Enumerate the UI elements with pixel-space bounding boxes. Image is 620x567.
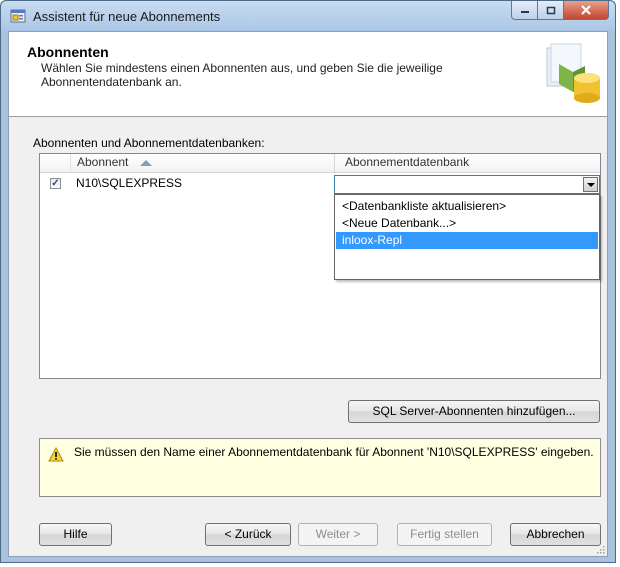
dropdown-item-refresh[interactable]: <Datenbankliste aktualisieren> <box>336 198 598 215</box>
dropdown-item-new-database[interactable]: <Neue Datenbank...> <box>336 215 598 232</box>
wizard-window: Assistent für neue Abonnements Abonnente… <box>0 0 616 563</box>
page-title: Abonnenten <box>27 44 109 60</box>
column-header-datenbank[interactable]: Abonnementdatenbank <box>334 154 600 172</box>
subscriber-grid[interactable]: Abonnent Abonnementdatenbank ✓ N10\SQLEX… <box>39 153 601 379</box>
minimize-button[interactable] <box>511 1 538 20</box>
warning-panel: Sie müssen den Name einer Abonnementdate… <box>39 438 601 497</box>
database-combobox[interactable] <box>334 175 600 194</box>
minimize-icon <box>520 11 529 13</box>
wizard-body: Abonnenten Wählen Sie mindestens einen A… <box>8 31 608 557</box>
header-panel: Abonnenten Wählen Sie mindestens einen A… <box>9 32 607 117</box>
warning-icon <box>48 447 64 462</box>
back-button[interactable]: < Zurück <box>205 523 291 546</box>
title-bar[interactable]: Assistent für neue Abonnements <box>1 1 615 31</box>
dropdown-item-inloox-repl[interactable]: inloox-Repl <box>336 232 598 249</box>
grid-header: Abonnent Abonnementdatenbank <box>40 154 600 173</box>
column-header-abonnent[interactable]: Abonnent <box>70 154 334 172</box>
sort-ascending-icon <box>140 159 153 166</box>
caption-buttons <box>511 1 609 21</box>
finish-button: Fertig stellen <box>397 523 492 546</box>
list-label: Abonnenten und Abonnementdatenbanken: <box>33 136 265 150</box>
window-title: Assistent für neue Abonnements <box>33 9 221 24</box>
help-button[interactable]: Hilfe <box>39 523 112 546</box>
subscriber-checkbox[interactable]: ✓ <box>50 178 61 189</box>
database-dropdown-list[interactable]: <Datenbankliste aktualisieren> <Neue Dat… <box>334 194 600 280</box>
subscriber-name: N10\SQLEXPRESS <box>76 176 183 190</box>
table-row[interactable]: ✓ N10\SQLEXPRESS <box>40 173 600 194</box>
column-header-abonnent-label: Abonnent <box>77 155 129 169</box>
close-icon <box>581 5 591 15</box>
maximize-button[interactable] <box>538 1 564 20</box>
warning-message: Sie müssen den Name einer Abonnementdate… <box>74 445 594 459</box>
next-button: Weiter > <box>298 523 378 546</box>
page-description: Wählen Sie mindestens einen Abonnenten a… <box>41 61 443 89</box>
close-button[interactable] <box>564 1 609 20</box>
cancel-button[interactable]: Abbrechen <box>510 523 601 546</box>
combobox-dropdown-button[interactable] <box>583 177 598 192</box>
app-icon <box>10 9 26 23</box>
database-illustration-icon <box>546 43 600 103</box>
maximize-icon <box>546 6 555 14</box>
add-subscribers-button[interactable]: SQL Server-Abonnenten hinzufügen... <box>348 400 600 423</box>
resize-grip-icon[interactable] <box>595 544 605 554</box>
column-header-datenbank-label: Abonnementdatenbank <box>345 155 470 169</box>
